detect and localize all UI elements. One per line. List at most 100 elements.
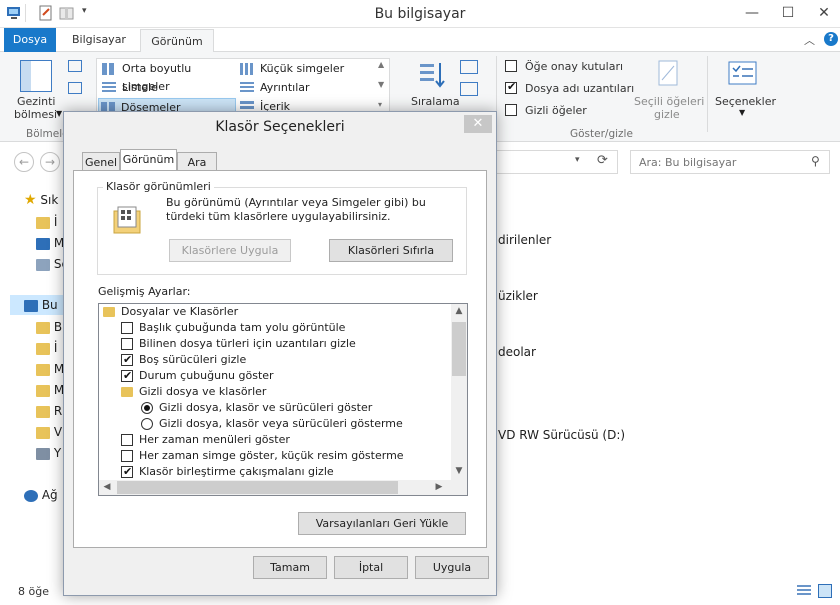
chevron-down-icon[interactable]: ▼ [739, 108, 745, 117]
back-icon[interactable]: ← [14, 152, 34, 172]
minimize-icon[interactable]: — [734, 0, 770, 26]
close-icon[interactable]: ✕ [806, 0, 840, 26]
large-icons-view-icon[interactable] [818, 584, 832, 598]
nav-pane-label-2[interactable]: bölmesi [14, 108, 57, 121]
forward-icon[interactable]: → [40, 152, 60, 172]
item-checkboxes-checkbox[interactable] [505, 60, 519, 74]
hide-selected-label-2[interactable]: gizle [654, 108, 680, 121]
sidebar-item-downloads-2[interactable]: İ [36, 338, 57, 358]
search-icon[interactable]: ⚲ [811, 154, 820, 168]
details-pane-icon[interactable] [68, 82, 82, 94]
horizontal-scroll-thumb[interactable] [117, 481, 398, 494]
list-item-always-show-menus[interactable]: Her zaman menüleri göster [99, 432, 449, 448]
tab-view[interactable]: Görünüm [120, 149, 177, 172]
sidebar-item-desktop[interactable]: M [36, 233, 64, 253]
list-item-files-folders[interactable]: Dosyalar ve Klasörler [99, 304, 449, 320]
search-box[interactable]: ⚲ [630, 150, 830, 174]
layout-label: Küçük simgeler [260, 62, 345, 75]
close-icon[interactable]: ✕ [464, 115, 492, 133]
status-bar-checkbox[interactable] [121, 368, 133, 384]
hide-extensions-checkbox[interactable] [121, 338, 133, 350]
apply-button[interactable]: Uygula [415, 556, 489, 579]
layout-small-icons[interactable]: Küçük simgeler [238, 60, 374, 78]
list-item-hide-empty-drives[interactable]: Boş sürücüleri gizle [99, 352, 449, 368]
sidebar-item-network[interactable]: Ağ [24, 485, 58, 505]
address-history-icon[interactable]: ▾ [575, 155, 580, 165]
chevron-down-icon[interactable]: ▼ [56, 109, 62, 118]
hide-selected-label[interactable]: Seçili öğeleri [634, 95, 704, 108]
tab-view[interactable]: Görünüm [140, 29, 214, 53]
list-item-hide-extensions[interactable]: Bilinen dosya türleri için uzantıları gi… [99, 336, 449, 352]
sort-label[interactable]: Sıralama [411, 95, 460, 108]
list-item-show-hidden[interactable]: Gizli dosya, klasör ve sürücüleri göster [99, 400, 449, 416]
nav-pane-label[interactable]: Gezinti [17, 95, 55, 108]
tab-computer[interactable]: Bilgisayar [64, 28, 134, 52]
sort-icon[interactable] [418, 60, 448, 90]
hide-selected-icon[interactable] [656, 60, 680, 88]
tab-file[interactable]: Dosya [4, 28, 56, 52]
search-input[interactable] [637, 153, 807, 171]
list-item-dont-show-hidden[interactable]: Gizli dosya, klasör veya sürücüleri göst… [99, 416, 449, 432]
sidebar-item-local-disk[interactable]: Y [36, 443, 61, 463]
group-by-icon[interactable] [460, 60, 478, 74]
options-label[interactable]: Seçenekler [715, 95, 776, 108]
always-show-icons-checkbox[interactable] [121, 450, 133, 462]
sidebar-item-label: B [53, 320, 63, 334]
folder-views-description: Bu görünümü (Ayrıntılar veya Simgeler gi… [166, 196, 426, 223]
list-item-always-show-icons[interactable]: Her zaman simge göster, küçük resim göst… [99, 448, 449, 464]
scroll-up-icon[interactable]: ▲ [451, 306, 467, 316]
reset-folders-button[interactable]: Klasörleri Sıfırla [329, 239, 453, 262]
hide-empty-drives-checkbox[interactable] [121, 352, 133, 368]
show-hidden-radio[interactable] [141, 402, 153, 414]
advanced-settings-list[interactable]: Dosyalar ve Klasörler Başlık çubuğunda t… [98, 303, 468, 496]
gallery-scroll-down-icon[interactable]: ▼ [378, 80, 384, 89]
scroll-right-icon[interactable]: ▶ [433, 482, 445, 492]
layout-details[interactable]: Ayrıntılar [238, 79, 374, 97]
gallery-more-icon[interactable]: ▾ [378, 100, 382, 109]
refresh-icon[interactable]: ⟳ [597, 153, 608, 168]
tab-general[interactable]: Genel [82, 152, 120, 171]
dont-show-hidden-radio[interactable] [141, 418, 153, 430]
sidebar-item-this-pc[interactable]: Bu [24, 295, 58, 315]
gallery-scroll-up-icon[interactable]: ▲ [378, 60, 384, 69]
main-item-music[interactable]: üzikler [498, 289, 538, 303]
list-item-merge-conflicts[interactable]: Klasör birleştirme çakışmalanı gizle [99, 464, 449, 480]
chevron-up-icon[interactable]: ︿ [804, 32, 815, 48]
sidebar-item-videos[interactable]: V [36, 422, 62, 442]
list-item-status-bar[interactable]: Durum çubuğunu göster [99, 368, 449, 384]
sidebar-item-documents[interactable]: M [36, 359, 64, 379]
layout-list[interactable]: Listele [100, 79, 236, 97]
merge-conflicts-checkbox[interactable] [121, 464, 133, 480]
cancel-button[interactable]: İptal [334, 556, 408, 579]
add-columns-icon[interactable] [460, 82, 478, 96]
navigation-pane-icon[interactable] [20, 60, 52, 92]
sidebar-item-downloads[interactable]: İ [36, 212, 57, 232]
details-view-icon[interactable] [797, 585, 811, 597]
sidebar-item-favorites[interactable]: ★ Sık [24, 190, 58, 210]
ok-button[interactable]: Tamam [253, 556, 327, 579]
full-path-checkbox[interactable] [121, 322, 133, 334]
file-extensions-checkbox[interactable] [505, 80, 519, 96]
main-item-dvd-drive[interactable]: VD RW Sürücüsü (D:) [498, 428, 625, 442]
layout-medium-icons[interactable]: Orta boyutlu simgeler [100, 60, 236, 93]
help-icon[interactable]: ? [824, 32, 838, 46]
sidebar-item-pictures[interactable]: R [36, 401, 62, 421]
tab-search[interactable]: Ara [177, 152, 217, 171]
restore-defaults-button[interactable]: Varsayılanları Geri Yükle [298, 512, 466, 535]
sidebar-item-music[interactable]: M [36, 380, 64, 400]
always-show-menus-checkbox[interactable] [121, 434, 133, 446]
scroll-down-icon[interactable]: ▼ [451, 466, 467, 476]
options-icon[interactable] [728, 60, 758, 88]
apply-to-folders-button[interactable]: Klasörlere Uygula [169, 239, 291, 262]
row-label: Her zaman menüleri göster [139, 433, 290, 446]
main-item-downloads[interactable]: dirilenler [498, 233, 551, 247]
list-item-hidden-files-folders[interactable]: Gizli dosya ve klasörler [99, 384, 449, 400]
scroll-left-icon[interactable]: ◀ [101, 482, 113, 492]
sidebar-item-desktop-folder[interactable]: B [36, 317, 62, 337]
preview-pane-icon[interactable] [68, 60, 82, 72]
list-item-full-path[interactable]: Başlık çubuğunda tam yolu görüntüle [99, 320, 449, 336]
maximize-icon[interactable]: ☐ [770, 0, 806, 26]
hidden-items-checkbox[interactable] [505, 104, 519, 118]
main-item-videos[interactable]: deolar [498, 345, 536, 359]
vertical-scroll-thumb[interactable] [452, 322, 466, 376]
